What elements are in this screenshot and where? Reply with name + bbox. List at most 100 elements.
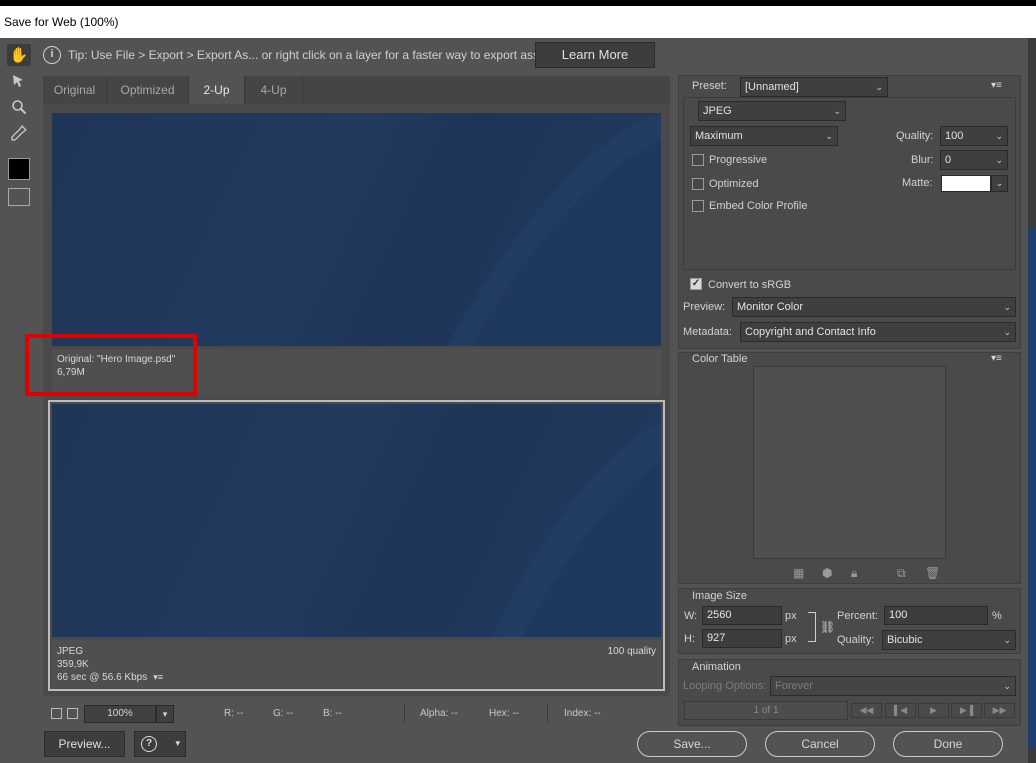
percent-label: Percent:: [837, 610, 878, 622]
tab-optimized[interactable]: Optimized: [107, 76, 189, 104]
preview-in-browser-button[interactable]: Preview...: [44, 731, 125, 757]
height-label: H:: [684, 633, 695, 645]
eyedropper-color-swatch[interactable]: [8, 158, 30, 180]
web-snap-icon[interactable]: ⬢: [822, 566, 832, 580]
percent-unit: %: [992, 610, 1002, 622]
tab-original[interactable]: Original: [43, 76, 107, 104]
preview-color-dropdown[interactable]: Monitor Color ⌄: [732, 297, 1016, 317]
preset-dropdown[interactable]: [Unnamed] ⌄: [740, 77, 888, 97]
color-table-menu-icon[interactable]: ▾≡: [991, 353, 1002, 364]
tool-column: ✋: [0, 38, 40, 763]
view-tabs: Original Optimized 2-Up 4-Up: [43, 76, 670, 104]
zoom-level-field[interactable]: 100%: [84, 705, 156, 723]
info-icon: i: [43, 46, 61, 64]
learn-more-button[interactable]: Learn More: [535, 42, 655, 68]
resample-quality-dropdown[interactable]: Bicubic ⌄: [882, 630, 1016, 650]
animation-title: Animation: [692, 661, 741, 673]
metadata-value: Copyright and Contact Info: [745, 326, 876, 338]
status-b: B: --: [323, 708, 342, 719]
chevron-down-icon: ⌄: [1003, 327, 1011, 337]
status-index: Index: --: [564, 708, 601, 719]
toggle-slices-icon[interactable]: [8, 188, 30, 206]
background-strip: [1028, 38, 1036, 763]
height-input[interactable]: 927: [702, 629, 782, 648]
optimized-file-size: 359,9K: [57, 659, 89, 670]
preset-value: [Unnamed]: [745, 81, 799, 93]
height-unit: px: [785, 633, 797, 645]
done-button[interactable]: Done: [893, 731, 1003, 757]
looping-options-label: Looping Options:: [683, 680, 767, 692]
cancel-button[interactable]: Cancel: [765, 731, 875, 757]
chevron-down-icon: ▾: [175, 738, 180, 748]
new-color-icon[interactable]: ⧉: [897, 566, 906, 581]
compression-quality-dropdown[interactable]: Maximum ⌄: [690, 126, 838, 146]
file-format-dropdown[interactable]: JPEG ⌄: [698, 101, 846, 121]
optimized-info-pane: JPEG 359,9K 66 sec @ 56.6 Kbps ▾≡ 100 qu…: [52, 640, 661, 688]
hand-tool-icon[interactable]: ✋: [7, 44, 31, 66]
tip-text: Tip: Use File > Export > Export As... or…: [68, 48, 556, 62]
zoom-in-icon[interactable]: [67, 708, 78, 719]
blur-value: 0: [945, 154, 952, 166]
zoom-out-icon[interactable]: [51, 708, 62, 719]
matte-label: Matte:: [902, 177, 933, 189]
compression-quality-value: Maximum: [695, 130, 743, 142]
tip-bar: i Tip: Use File > Export > Export As... …: [40, 38, 1028, 72]
browser-icon: ?: [141, 736, 157, 752]
convert-srgb-checkbox[interactable]: ✓: [690, 278, 702, 290]
browser-select-button[interactable]: ? ▾: [134, 731, 186, 757]
progressive-checkbox[interactable]: [692, 154, 704, 166]
blur-field[interactable]: 0 ⌄: [940, 150, 1008, 170]
web-shift-icon[interactable]: ▦: [793, 566, 804, 580]
chevron-down-icon: ⌄: [833, 106, 841, 116]
status-alpha: Alpha: --: [420, 708, 458, 719]
frame-counter: 1 of 1: [684, 701, 848, 720]
previous-frame-icon[interactable]: ▌◀: [885, 703, 916, 718]
tab-2-up[interactable]: 2-Up: [189, 76, 245, 104]
play-icon[interactable]: ▶: [918, 703, 949, 718]
original-image-preview[interactable]: [52, 113, 661, 346]
chevron-down-icon: ⌄: [825, 131, 833, 141]
color-table-title: Color Table: [692, 353, 748, 365]
progressive-label: Progressive: [709, 154, 768, 166]
status-separator: [159, 704, 160, 722]
chevron-down-icon[interactable]: ⌄: [991, 175, 1008, 192]
zoom-tool-icon[interactable]: [7, 96, 31, 118]
optimized-label: Optimized: [709, 178, 759, 190]
chevron-down-icon: ⌄: [995, 155, 1003, 165]
eyedropper-tool-icon[interactable]: [7, 122, 31, 144]
image-size-title: Image Size: [692, 590, 748, 602]
color-table-grid[interactable]: [753, 366, 946, 559]
window-title-bar: Save for Web (100%): [0, 0, 1036, 38]
tab-4-up[interactable]: 4-Up: [245, 76, 303, 104]
looping-options-dropdown[interactable]: Forever ⌄: [770, 676, 1016, 696]
save-button[interactable]: Save...: [637, 731, 747, 757]
constrain-bracket: [808, 612, 816, 642]
blur-label: Blur:: [911, 154, 934, 166]
lock-color-icon[interactable]: 🔒︎: [851, 566, 857, 581]
first-frame-icon[interactable]: ◀◀: [851, 703, 882, 718]
embed-color-profile-checkbox[interactable]: [692, 200, 704, 212]
chevron-down-icon: ⌄: [1003, 635, 1011, 645]
download-time-menu-icon[interactable]: ▾≡: [153, 671, 163, 684]
optimized-quality: 100 quality: [607, 646, 656, 657]
delete-color-icon[interactable]: 🗑︎: [925, 566, 940, 580]
percent-input[interactable]: 100: [884, 606, 988, 625]
next-frame-icon[interactable]: ▶▐: [951, 703, 982, 718]
slice-select-tool-icon[interactable]: [7, 70, 31, 92]
width-label: W:: [684, 610, 698, 622]
metadata-label: Metadata:: [683, 326, 732, 338]
last-frame-icon[interactable]: ▶▶: [984, 703, 1015, 718]
link-chain-icon[interactable]: ⛓︎: [820, 620, 835, 634]
optimized-format: JPEG: [57, 646, 84, 657]
optimize-menu-icon[interactable]: ▾≡: [991, 80, 1002, 91]
width-input[interactable]: 2560: [702, 606, 782, 625]
metadata-dropdown[interactable]: Copyright and Contact Info ⌄: [740, 322, 1016, 342]
resample-quality-label: Quality:: [837, 634, 875, 646]
quality-field[interactable]: 100 ⌄: [940, 126, 1008, 146]
preview-label: Preview:: [683, 301, 726, 313]
highlight-annotation: [25, 334, 197, 396]
matte-color-swatch[interactable]: [941, 175, 991, 192]
optimized-checkbox[interactable]: [692, 178, 704, 190]
chevron-down-icon: ⌄: [1003, 302, 1011, 312]
optimized-image-preview[interactable]: [52, 404, 661, 637]
